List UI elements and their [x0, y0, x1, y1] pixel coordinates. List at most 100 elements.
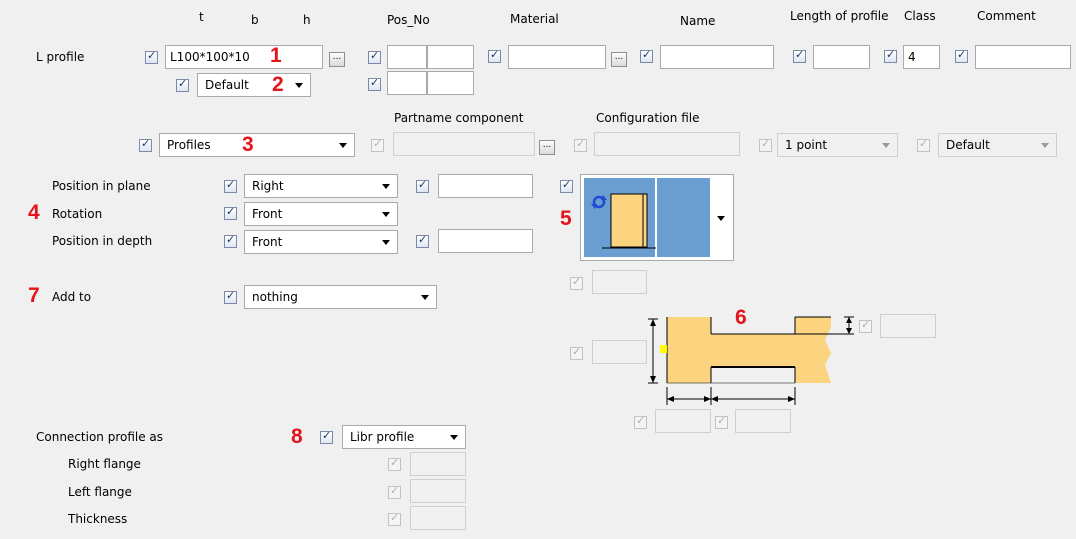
- add-to-value: nothing: [252, 290, 298, 304]
- diagram-width-left-input[interactable]: [655, 409, 711, 433]
- connection-profile-checkbox[interactable]: [320, 429, 333, 444]
- chevron-down-icon: [1041, 143, 1049, 148]
- connection-profile-dropdown[interactable]: Libr profile: [342, 425, 466, 449]
- marker-8: 8: [291, 425, 303, 448]
- marker-7: 7: [28, 284, 40, 307]
- l-profile-label: L profile: [36, 50, 85, 64]
- chevron-down-icon: [421, 295, 429, 300]
- position-in-plane-dropdown[interactable]: Right: [244, 174, 398, 198]
- position-image-dropdown[interactable]: [580, 174, 734, 261]
- position-in-plane-checkbox[interactable]: [224, 178, 237, 193]
- partname-browse-button[interactable]: ...: [539, 140, 555, 155]
- length-checkbox[interactable]: [793, 48, 806, 63]
- material-checkbox[interactable]: [488, 48, 501, 63]
- profiles-dropdown-value: Profiles: [167, 138, 211, 152]
- material-browse-button[interactable]: ...: [611, 52, 627, 67]
- profiles-dropdown[interactable]: Profiles: [159, 133, 355, 157]
- pos-no-row2-checkbox[interactable]: [368, 76, 381, 91]
- position-in-depth-value: Front: [252, 235, 283, 249]
- header-comment: Comment: [977, 9, 1036, 23]
- diagram-top-checkbox[interactable]: [570, 275, 583, 290]
- diagram-height-input[interactable]: [592, 340, 647, 364]
- right-flange-checkbox[interactable]: [388, 456, 401, 471]
- name-checkbox[interactable]: [640, 48, 653, 63]
- left-flange-checkbox[interactable]: [388, 484, 401, 499]
- config-default-dropdown[interactable]: Default: [938, 133, 1057, 157]
- position-in-depth-dropdown[interactable]: Front: [244, 230, 398, 254]
- partname-checkbox[interactable]: [371, 137, 384, 152]
- diagram-top-input[interactable]: [592, 270, 647, 294]
- marker-6: 6: [735, 306, 747, 329]
- pos-no-prefix-input[interactable]: [387, 45, 427, 69]
- rotation-label: Rotation: [52, 207, 103, 221]
- diagram-flange-thickness-checkbox[interactable]: [859, 318, 872, 333]
- add-to-dropdown[interactable]: nothing: [244, 285, 437, 309]
- plane-offset-input[interactable]: [438, 174, 533, 198]
- pos-no-checkbox[interactable]: [368, 49, 381, 64]
- right-flange-input[interactable]: [410, 452, 466, 476]
- point-dropdown[interactable]: 1 point: [777, 133, 898, 157]
- chevron-down-icon: [382, 184, 390, 189]
- chevron-down-icon: [382, 240, 390, 245]
- rotation-checkbox[interactable]: [224, 205, 237, 220]
- diagram-flange-thickness-input[interactable]: [880, 314, 936, 338]
- profile-browse-button[interactable]: ...: [329, 52, 345, 67]
- profile-checkbox[interactable]: [145, 49, 158, 64]
- add-to-checkbox[interactable]: [224, 289, 237, 304]
- preview-checkbox[interactable]: [560, 178, 573, 193]
- configuration-input[interactable]: [594, 132, 740, 156]
- marker-1: 1: [270, 44, 282, 67]
- header-configuration-file: Configuration file: [596, 111, 700, 125]
- connection-profile-label: Connection profile as: [36, 430, 164, 444]
- chevron-down-icon: [339, 143, 347, 148]
- pos-no-number-input[interactable]: [427, 45, 474, 69]
- chevron-down-icon: [882, 143, 890, 148]
- length-input[interactable]: [813, 45, 870, 69]
- name-input[interactable]: [660, 45, 774, 69]
- depth-offset-checkbox[interactable]: [416, 233, 429, 248]
- left-flange-input[interactable]: [410, 479, 466, 503]
- header-b: b: [251, 13, 259, 27]
- profile-input[interactable]: L100*100*10: [165, 45, 323, 69]
- point-checkbox[interactable]: [759, 137, 772, 152]
- position-in-depth-checkbox[interactable]: [224, 233, 237, 248]
- class-checkbox[interactable]: [884, 48, 897, 63]
- chevron-down-icon: [450, 435, 458, 440]
- marker-5: 5: [560, 207, 572, 230]
- chevron-down-icon: [717, 216, 725, 221]
- pos-no-row2-number-input[interactable]: [427, 71, 474, 95]
- diagram-width-left-checkbox[interactable]: [634, 414, 647, 429]
- material-input[interactable]: [508, 45, 606, 69]
- config-default-checkbox[interactable]: [917, 137, 930, 152]
- position-in-depth-label: Position in depth: [52, 234, 153, 248]
- default-dropdown[interactable]: Default: [197, 73, 311, 97]
- chevron-down-icon: [295, 83, 303, 88]
- diagram-width-right-input[interactable]: [735, 409, 791, 433]
- default-checkbox[interactable]: [176, 77, 189, 92]
- header-name: Name: [680, 14, 716, 28]
- chevron-down-icon: [382, 212, 390, 217]
- depth-offset-input[interactable]: [438, 229, 533, 253]
- comment-checkbox[interactable]: [955, 48, 968, 63]
- header-pos-no: Pos_No: [387, 13, 430, 27]
- diagram-height-checkbox[interactable]: [570, 345, 583, 360]
- rotation-dropdown[interactable]: Front: [244, 202, 398, 226]
- plane-offset-checkbox[interactable]: [416, 178, 429, 193]
- marker-2: 2: [272, 73, 284, 96]
- config-default-dropdown-value: Default: [946, 138, 990, 152]
- partname-input[interactable]: [393, 132, 535, 156]
- rotation-value: Front: [252, 207, 283, 221]
- header-material: Material: [510, 12, 559, 26]
- pos-no-row2-prefix-input[interactable]: [387, 71, 427, 95]
- connection-profile-value: Libr profile: [350, 430, 415, 444]
- comment-input[interactable]: [975, 45, 1071, 69]
- configuration-checkbox[interactable]: [574, 137, 587, 152]
- diagram-width-right-checkbox[interactable]: [715, 414, 728, 429]
- class-input[interactable]: 4: [903, 45, 940, 69]
- default-dropdown-value: Default: [205, 78, 249, 92]
- thickness-checkbox[interactable]: [388, 511, 401, 526]
- position-preview-image: [584, 178, 710, 257]
- marker-3: 3: [242, 133, 254, 156]
- profiles-checkbox[interactable]: [139, 137, 152, 152]
- thickness-input[interactable]: [410, 506, 466, 530]
